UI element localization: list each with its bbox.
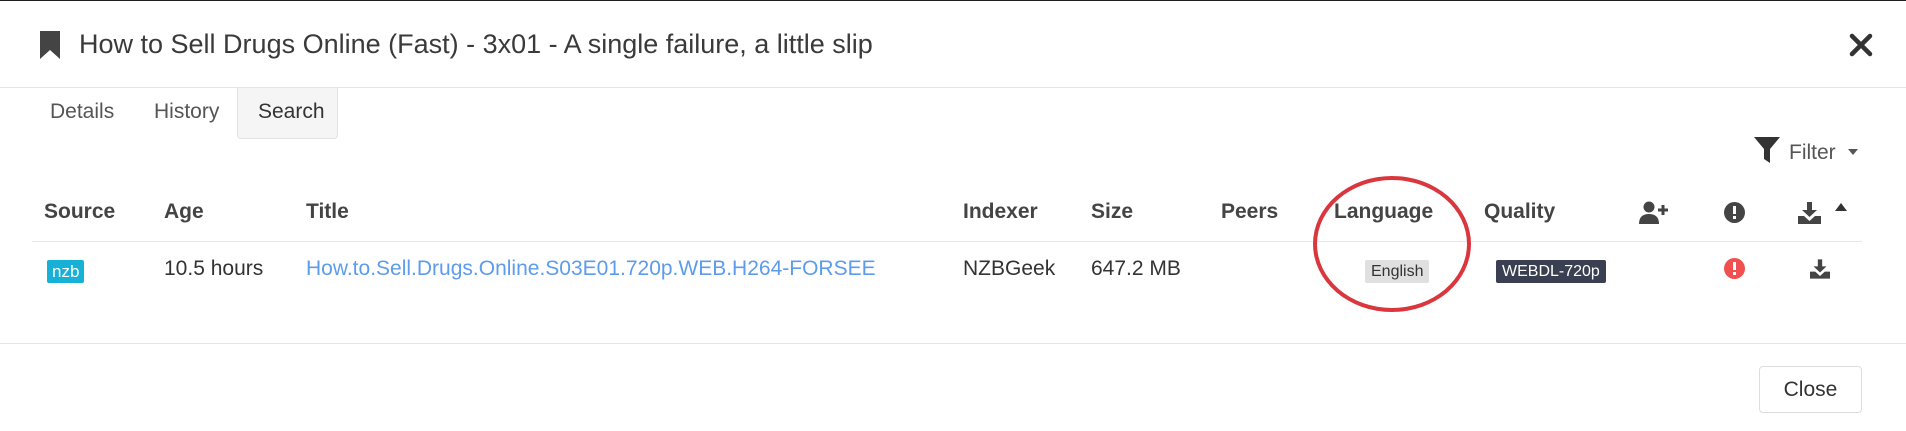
source-badge: nzb (47, 260, 85, 283)
quality-badge: WEBDL-720p (1496, 260, 1606, 283)
add-user-icon[interactable] (1639, 201, 1668, 225)
tab-details[interactable]: Details (30, 88, 134, 139)
close-button[interactable]: Close (1759, 366, 1862, 413)
filter-label: Filter (1789, 141, 1836, 164)
release-title-link[interactable]: How.to.Sell.Drugs.Online.S03E01.720p.WEB… (306, 257, 876, 281)
close-icon[interactable] (1846, 30, 1876, 60)
column-header-age[interactable]: Age (164, 200, 204, 224)
column-header-peers[interactable]: Peers (1221, 200, 1278, 224)
error-circle-icon[interactable] (1724, 258, 1745, 279)
column-header-title[interactable]: Title (306, 200, 349, 224)
highlight-circle-annotation (1313, 176, 1471, 312)
tab-history[interactable]: History (134, 88, 239, 139)
tab-search[interactable]: Search (237, 88, 338, 139)
age-cell: 10.5 hours (164, 257, 264, 280)
sort-ascending-icon[interactable] (1835, 203, 1847, 211)
download-icon[interactable] (1798, 202, 1821, 224)
size-cell: 647.2 MB (1091, 257, 1181, 280)
column-header-size[interactable]: Size (1091, 200, 1133, 224)
modal-header: How to Sell Drugs Online (Fast) - 3x01 -… (0, 1, 1906, 88)
column-header-source[interactable]: Source (44, 200, 115, 224)
download-release-icon[interactable] (1810, 259, 1830, 279)
indexer-cell: NZBGeek (963, 257, 1056, 280)
bookmark-icon (40, 31, 60, 59)
filter-icon (1754, 137, 1780, 163)
exclamation-circle-icon[interactable] (1724, 202, 1745, 223)
table-header-divider (32, 241, 1862, 242)
column-header-quality[interactable]: Quality (1484, 200, 1555, 224)
column-header-indexer[interactable]: Indexer (963, 200, 1038, 224)
chevron-down-icon (1848, 149, 1858, 155)
modal-title: How to Sell Drugs Online (Fast) - 3x01 -… (79, 29, 873, 59)
modal-footer-divider (0, 343, 1906, 344)
